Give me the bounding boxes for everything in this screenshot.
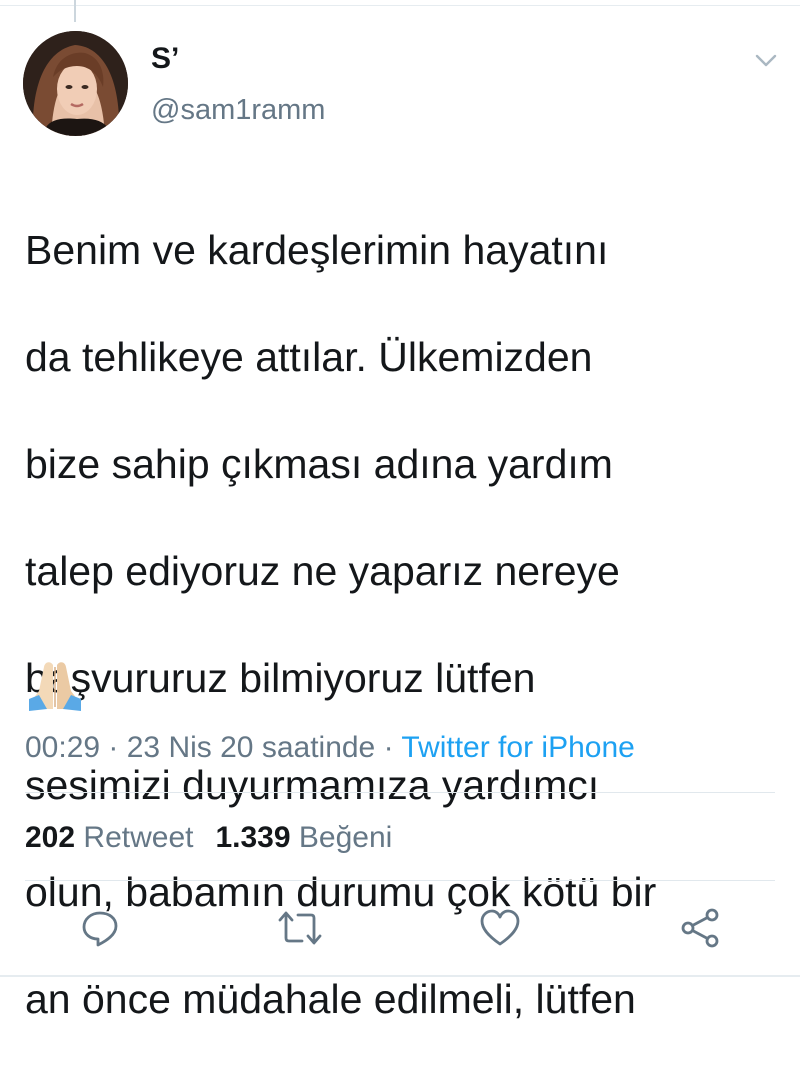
meta-separator: · [100,731,127,764]
retweet-count: 202 [25,821,76,854]
tweet-time: 00:29 [25,731,101,764]
like-stat[interactable]: 1.339 Beğeni [215,818,392,858]
tweet-text-line: da tehlikeye attılar. Ülkemizden [25,333,593,380]
like-count: 1.339 [215,821,291,854]
tweet-meta: 00:29 · 23 Nis 20 saatinde · Twitter for… [25,729,635,767]
retweet-label: Retweet [83,821,194,854]
reply-icon[interactable] [76,904,124,952]
retweet-stat[interactable]: 202 Retweet [25,818,193,858]
tweet-text-line: talep ediyoruz ne yaparız nereye [25,547,620,594]
chevron-down-icon[interactable] [752,49,780,71]
share-icon[interactable] [676,904,724,952]
profile-photo-icon [23,31,128,136]
retweet-icon[interactable] [276,904,324,952]
display-name[interactable]: S’ [151,42,179,76]
divider [25,792,775,793]
divider [25,880,775,881]
tweet-text-line: Benim ve kardeşlerimin hayatını [25,226,609,273]
tweet-text-line: bize sahip çıkması adına yardım [25,440,613,487]
folded-hands-emoji-icon [25,655,85,715]
tweet-source-link[interactable]: Twitter for iPhone [401,731,634,764]
tweet-text-line: an önce müdahale edilmeli, lütfen [25,975,636,1022]
user-handle[interactable]: @sam1ramm [151,93,325,127]
like-icon[interactable] [476,904,524,952]
thread-connector-line [74,0,76,22]
tweet-stats: 202 Retweet 1.339 Beğeni [25,818,392,858]
bottom-divider [0,975,800,977]
tweet-text-line: başvururuz bilmiyoruz lütfen [25,654,536,701]
meta-separator: · [375,731,402,764]
top-divider [0,5,800,6]
avatar[interactable] [23,31,128,136]
like-label: Beğeni [298,821,393,854]
tweet-date: 23 Nis 20 saatinde [126,731,376,764]
